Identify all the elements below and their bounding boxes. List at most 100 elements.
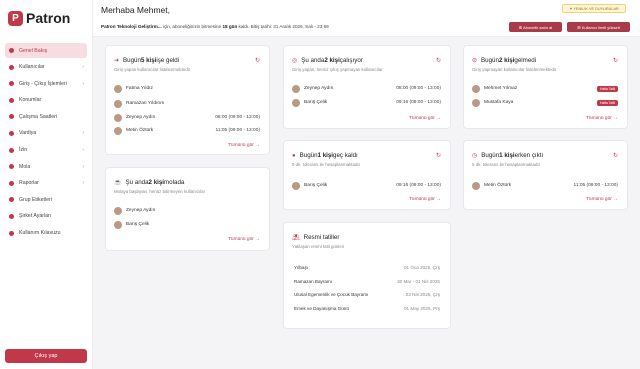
sidebar-item-group-tags[interactable]: Grup Etiketleri: [5, 192, 87, 207]
chevron-icon: ›: [82, 180, 84, 187]
see-all-link[interactable]: Tümünü gör →: [228, 143, 260, 148]
avatar: [292, 181, 300, 190]
time: 11:05 (09:00 - 13:00): [573, 183, 618, 188]
list-item: Ulusal Egemenlik ve Çocuk Bayramı 23 Nis …: [294, 290, 440, 298]
user-name: Metin Öztürk: [484, 183, 512, 188]
user-name: Mehmet Yılmaz: [484, 86, 518, 91]
users-icon: [9, 64, 14, 70]
list-item[interactable]: Barış Çelik 09:16 (09:00 - 13:00): [292, 181, 441, 190]
list-item[interactable]: Fatma Yıldız: [114, 84, 260, 93]
leave-icon: [9, 147, 14, 153]
see-all-link[interactable]: Tümünü gör →: [586, 197, 618, 202]
sidebar-item-users[interactable]: Kullanıcılar ›: [5, 60, 87, 75]
logo[interactable]: P Patron: [8, 10, 70, 26]
card-late: ● Bugün 1 kişi geç kaldı ↻ 5 dk. tolerans…: [283, 140, 451, 210]
chevron-icon: ›: [82, 130, 84, 137]
sidebar: P Patron Genel Bakış Kullanıcılar › Giriş…: [0, 0, 93, 369]
user-name: Zeynep Aydın: [126, 115, 156, 120]
card-title: ☕ Şu anda 2 kişi molada: [114, 179, 184, 186]
title-text: geç kaldı: [333, 152, 358, 159]
sidebar-item-label: Raporlar: [19, 180, 39, 187]
user-name: Zeynep Aydın: [126, 208, 156, 213]
avatar: [114, 126, 122, 135]
card-absent: ⊘ Bugün 2 kişi gelmedi ↻ Giriş yapmayan k…: [463, 45, 628, 129]
list-item[interactable]: Zeynep Aydın 08:00 (09:00 - 13:00): [292, 84, 441, 93]
card-subtitle: Molaya başlayan, henüz bitirmeyen kullan…: [114, 189, 206, 194]
list-item[interactable]: Mehmet Yılmaz Hafta Tatili: [472, 84, 618, 93]
card-working-now: ◎ Şu anda 2 kişi çalışıyor ↻ Giriş yapan,…: [283, 45, 451, 129]
card-left-early: ◷ Bugün 1 kişi erken çıktı ↻ 5 dk. tolera…: [463, 140, 628, 210]
count: 1 kişi: [317, 152, 334, 159]
title-text: Bugün: [123, 57, 141, 64]
sidebar-item-checkinout[interactable]: Giriş - Çıkış İşlemleri ›: [5, 76, 87, 91]
sidebar-item-working-hours[interactable]: Çalışma Saatleri: [5, 109, 87, 124]
count: 2 kişi: [498, 57, 515, 64]
buy-subscription-button[interactable]: ⊞ Abonelik satın al: [509, 22, 562, 32]
shift-icon: [9, 130, 14, 136]
title-text: Şu anda: [125, 179, 149, 186]
refresh-icon[interactable]: ↻: [436, 152, 441, 159]
title-text: erken çıktı: [514, 152, 544, 159]
alarm-icon: ●: [292, 152, 296, 159]
list-item[interactable]: Metin Öztürk 11:05 (09:00 - 13:00): [472, 181, 618, 190]
user-name: Barış Çelik: [304, 183, 328, 188]
refresh-icon[interactable]: ↻: [613, 152, 618, 159]
sidebar-item-label: Çalışma Saatleri: [19, 113, 58, 120]
count: 5 kişi: [140, 57, 157, 64]
title-text: işe geldi: [156, 57, 180, 64]
avatar: [114, 220, 122, 229]
chevron-icon: ›: [82, 147, 84, 154]
list-item[interactable]: Ramazan Yıldırım: [114, 99, 260, 108]
chevron-icon: ›: [82, 80, 84, 87]
list-item[interactable]: Barış Çelik 09:16 (09:00 - 13:00): [292, 98, 441, 107]
time: 08:00 (09:00 - 13:00): [215, 115, 260, 120]
sidebar-item-label: Konumlar: [19, 97, 42, 104]
refresh-icon[interactable]: ↻: [436, 57, 441, 64]
sidebar-item-manual[interactable]: Kullanım Kılavuzu: [5, 226, 87, 241]
news-button[interactable]: ✦ YENİLİK VE DUYURULAR: [562, 4, 626, 13]
sidebar-item-break[interactable]: Mola ›: [5, 159, 87, 174]
holiday-date: 01 May 2025, Prş: [403, 305, 440, 311]
refresh-icon[interactable]: ↻: [613, 57, 618, 64]
holiday-name: Emek ve Dayanışma Günü: [294, 305, 349, 311]
sidebar-item-company-settings[interactable]: Şirket Ayarları: [5, 209, 87, 224]
avatar: [472, 98, 480, 107]
header: Merhaba Mehmet, Patron Teknoloji Gelişti…: [93, 0, 640, 37]
company-name: Patron Teknoloji Geliştirm...: [101, 24, 162, 29]
notice-text: için, aboneliğinizin bitmesine: [161, 24, 223, 29]
refresh-icon[interactable]: ↻: [255, 57, 260, 64]
card-title: ⛱ Resmi tatiller: [292, 234, 339, 241]
sidebar-item-shift[interactable]: Vardiya ›: [5, 126, 87, 141]
title-text: Bugün: [481, 57, 499, 64]
status-badge: Hafta Tatili: [597, 99, 618, 106]
sidebar-item-overview[interactable]: Genel Bakış: [5, 43, 87, 58]
see-all-link[interactable]: Tümünü gör →: [409, 197, 441, 202]
logo-text: Patron: [26, 10, 71, 26]
holiday-name: Ramazan Bayramı: [294, 278, 333, 284]
title-text: Bugün: [481, 152, 500, 159]
sidebar-item-label: Grup Etiketleri: [19, 196, 52, 203]
sidebar-item-label: Vardiya: [19, 130, 37, 137]
see-all-link[interactable]: Tümünü gör →: [586, 116, 618, 121]
sidebar-item-locations[interactable]: Konumlar: [5, 93, 87, 108]
sidebar-item-label: Giriş - Çıkış İşlemleri: [19, 80, 67, 87]
see-all-link[interactable]: Tümünü gör →: [228, 237, 260, 242]
time: 09:16 (09:00 - 13:00): [396, 100, 441, 105]
see-all-link[interactable]: Tümünü gör →: [409, 116, 441, 121]
title-text: Şu anda: [301, 57, 325, 64]
sidebar-item-leave[interactable]: İzin ›: [5, 143, 87, 158]
list-item: Emek ve Dayanışma Günü 01 May 2025, Prş: [294, 304, 440, 312]
count: 2 kişi: [324, 57, 340, 64]
upgrade-limit-button[interactable]: ⊞ Kullanıcı limiti yükselt: [567, 22, 630, 32]
title-text: gelmedi: [514, 57, 537, 64]
sidebar-item-reports[interactable]: Raporlar ›: [5, 176, 87, 191]
list-item[interactable]: Barış Çelik: [114, 220, 260, 229]
list-item[interactable]: Metin Öztürk 11:05 (09:00 - 13:00): [114, 126, 260, 135]
list-item[interactable]: Zeynep Aydın: [114, 206, 260, 215]
avatar: [114, 99, 122, 108]
checkout-button[interactable]: Çıkış yap: [5, 349, 87, 363]
list-item[interactable]: Zeynep Aydın 08:00 (09:00 - 13:00): [114, 113, 260, 122]
user-name: Barış Çelik: [126, 222, 150, 227]
notice-end: kaldı. Bitiş tarihi: 31 Aralık 2026, Sal…: [237, 24, 329, 29]
list-item[interactable]: Mustafa Kaya Hafta Tatili: [472, 98, 618, 107]
